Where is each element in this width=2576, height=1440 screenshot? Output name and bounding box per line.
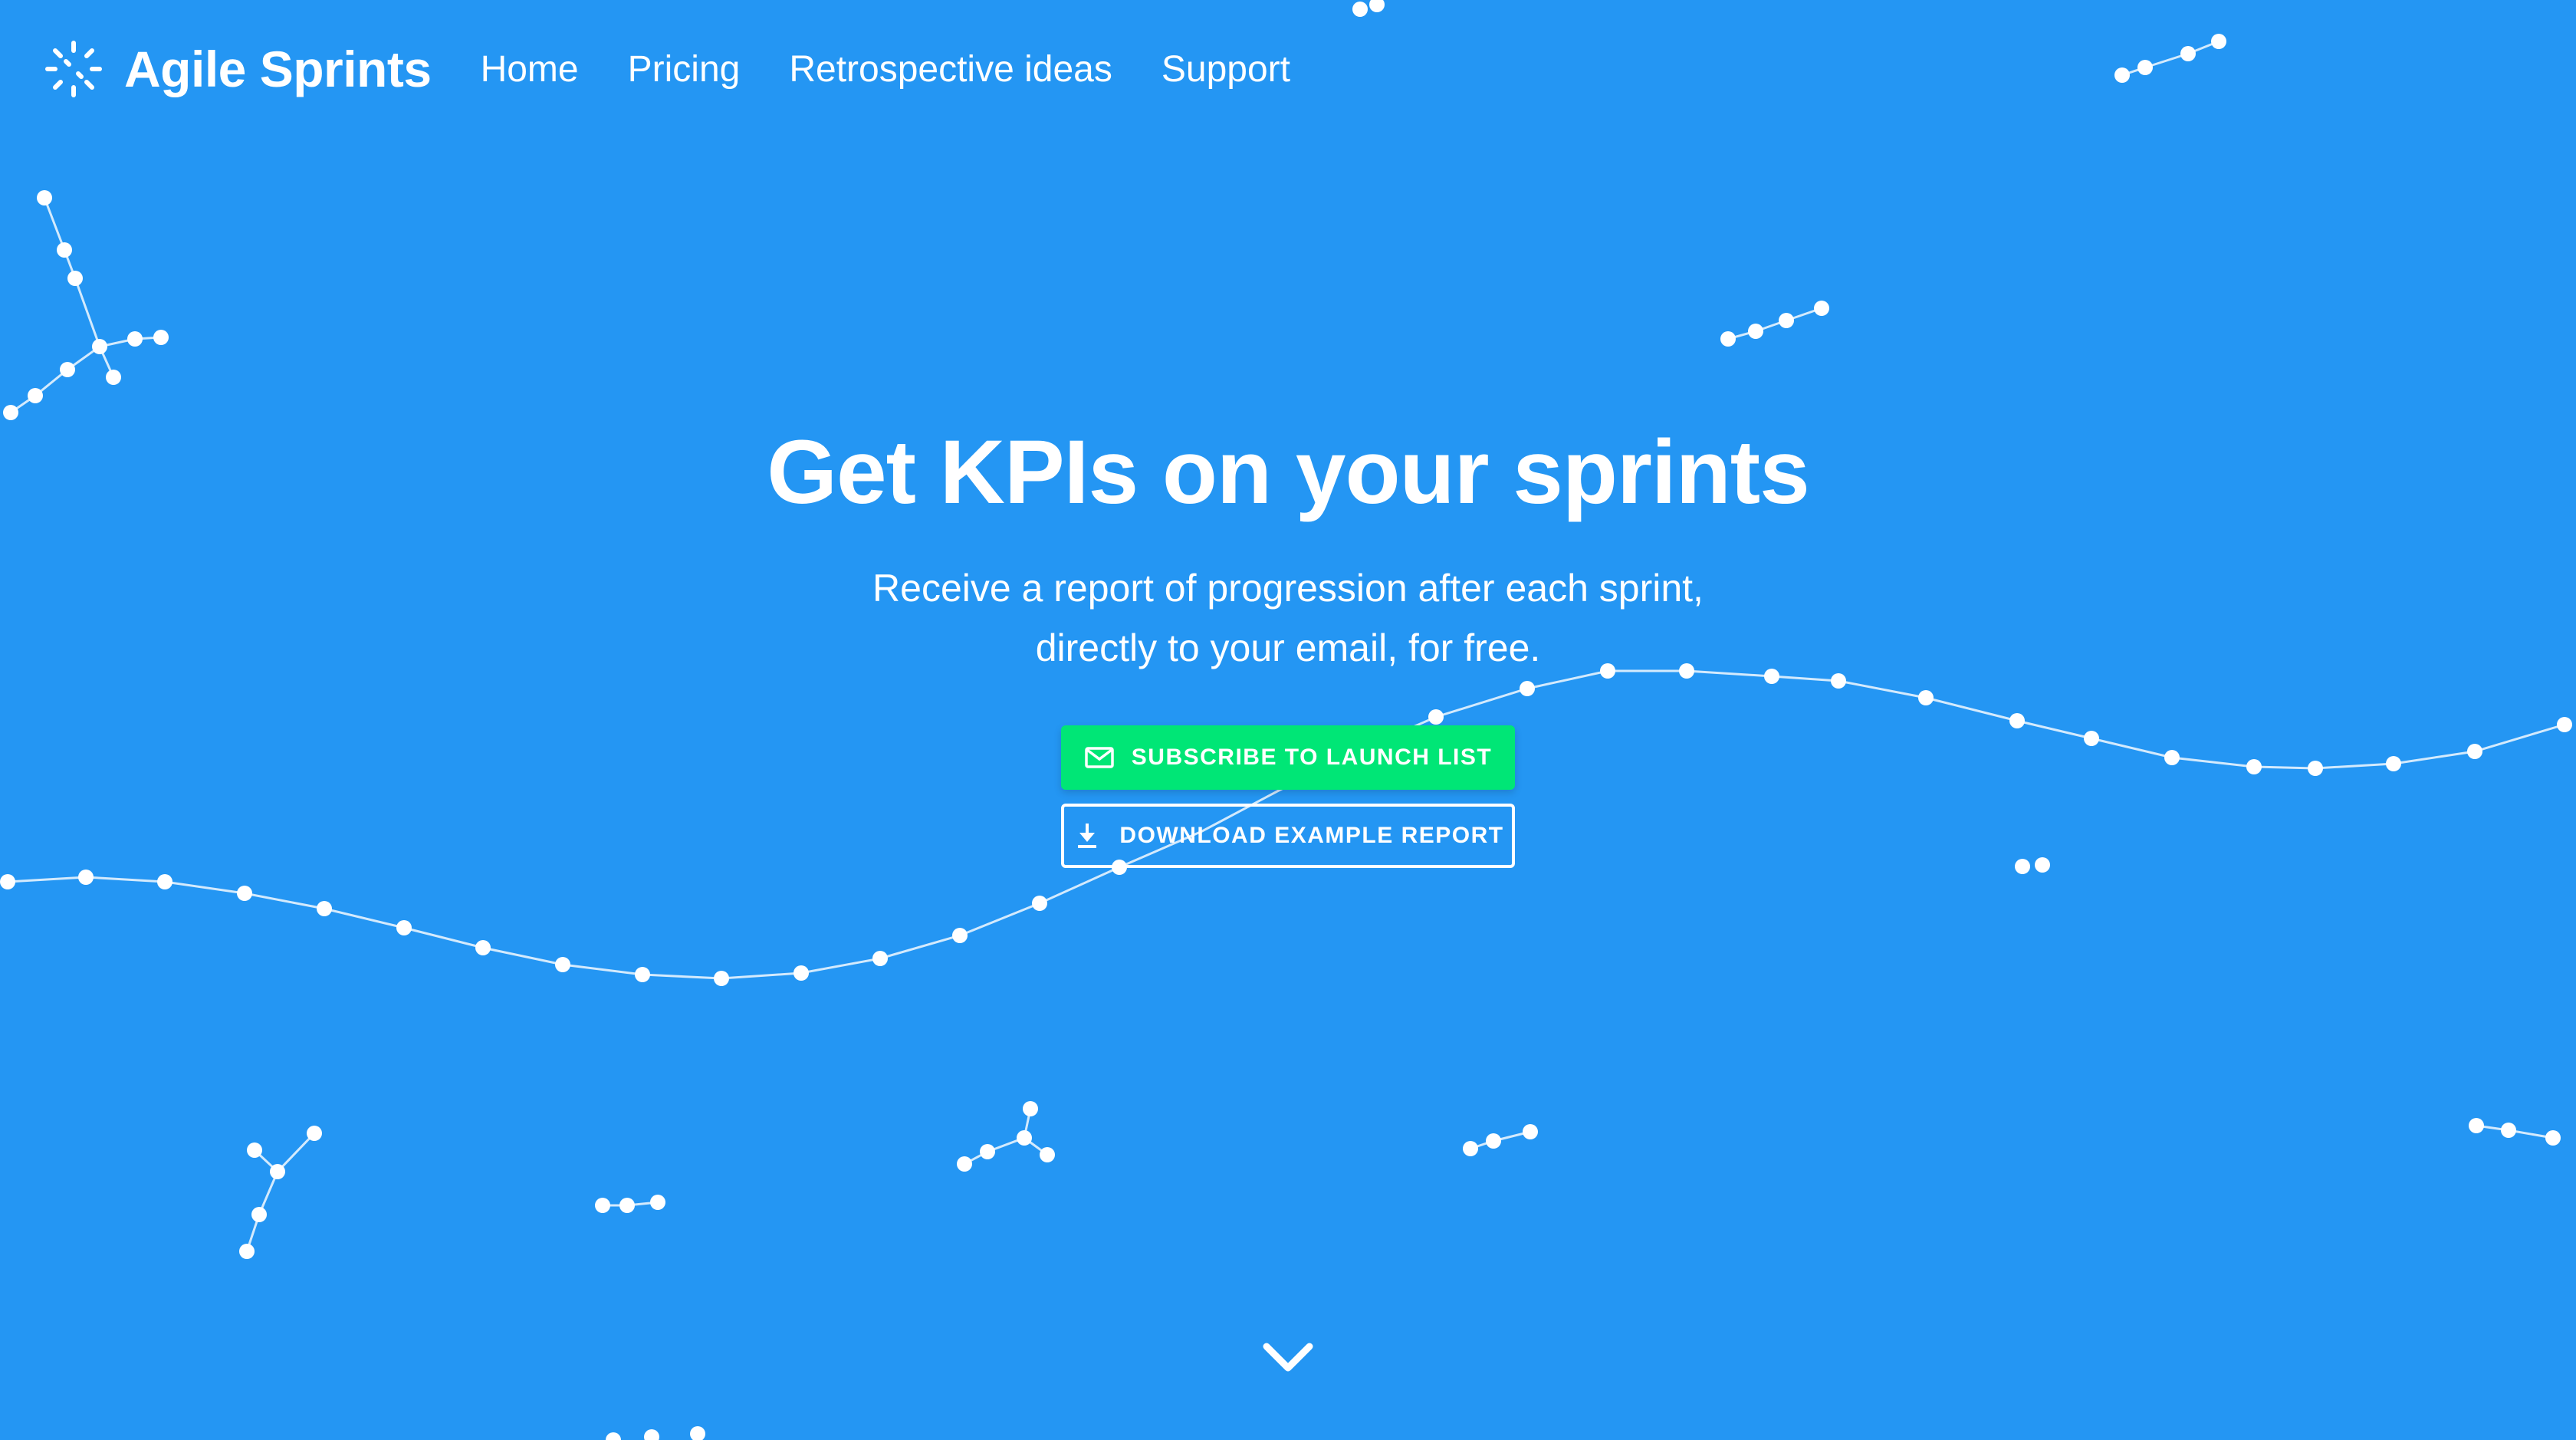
cluster-line-tl-2 xyxy=(10,344,115,414)
download-icon xyxy=(1078,824,1097,848)
hero-subtitle-line-1: Receive a report of progression after ea… xyxy=(872,567,1704,610)
sparkle-logo-icon xyxy=(45,41,102,97)
cluster-line-tr xyxy=(2121,40,2220,77)
chevron-down-icon[interactable] xyxy=(1257,1334,1319,1380)
download-button-label: DOWNLOAD EXAMPLE REPORT xyxy=(1119,823,1504,848)
hero-subtitle-line-2: directly to your email, for free. xyxy=(1035,626,1541,669)
mail-icon xyxy=(1085,747,1114,768)
brand-name: Agile Sprints xyxy=(124,41,432,97)
nav-link-support[interactable]: Support xyxy=(1162,48,1290,90)
cluster-line-mr xyxy=(1727,307,1822,340)
nav-link-pricing[interactable]: Pricing xyxy=(628,48,741,90)
subscribe-button-label: SUBSCRIBE TO LAUNCH LIST xyxy=(1131,745,1493,770)
brand[interactable]: Agile Sprints xyxy=(43,38,432,100)
constellation-background xyxy=(0,0,2572,1440)
nav-link-retrospective-ideas[interactable]: Retrospective ideas xyxy=(789,48,1112,90)
subscribe-button[interactable]: SUBSCRIBE TO LAUNCH LIST xyxy=(1061,725,1515,790)
nav-link-home[interactable]: Home xyxy=(481,48,579,90)
cluster-line-bc-1 xyxy=(964,1136,1048,1165)
download-report-button[interactable]: DOWNLOAD EXAMPLE REPORT xyxy=(1061,804,1515,868)
hero-subtitle: Receive a report of progression after ea… xyxy=(0,558,2576,678)
top-navigation: Agile Sprints Home Pricing Retrospective… xyxy=(43,31,1339,107)
hero-title: Get KPIs on your sprints xyxy=(767,422,1809,523)
cluster-line-tl-1 xyxy=(43,197,162,348)
